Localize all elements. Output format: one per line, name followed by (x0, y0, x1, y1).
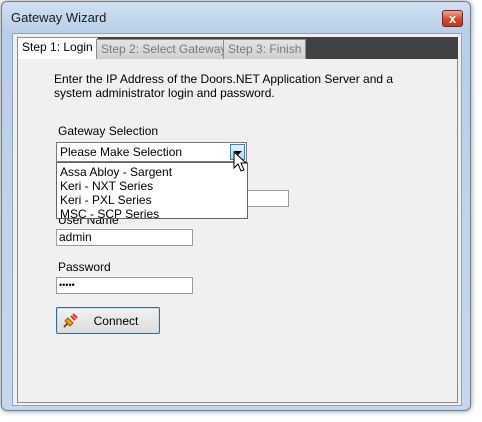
connect-button-label: Connect (93, 314, 139, 328)
gateway-selected-value: Please Make Selection (60, 145, 183, 159)
intro-text: Enter the IP Address of the Doors.NET Ap… (54, 72, 394, 100)
username-input[interactable]: admin (56, 229, 193, 246)
tab-strip: Step 1: Login Step 2: Select Gateway Ste… (17, 37, 458, 60)
password-input[interactable]: ••••• (56, 277, 193, 294)
gateway-option-keri-nxt[interactable]: Keri - NXT Series (60, 179, 153, 193)
connect-button[interactable]: Connect (56, 307, 160, 334)
mouse-cursor-icon (233, 151, 248, 172)
gateway-wizard-window: Gateway Wizard x Step 1: Login Step 2: S… (1, 1, 471, 411)
gateway-selection-label: Gateway Selection (58, 124, 159, 138)
title-bar[interactable]: Gateway Wizard x (2, 2, 470, 32)
gateway-option-msc-scp[interactable]: MSC - SCP Series (60, 207, 159, 221)
tab-step-1-login[interactable]: Step 1: Login (17, 37, 98, 60)
gateway-options-list: Assa Abloy - Sargent Keri - NXT Series K… (56, 162, 248, 221)
close-icon: x (448, 11, 457, 26)
window-title: Gateway Wizard (11, 10, 107, 25)
gateway-option-keri-pxl[interactable]: Keri - PXL Series (60, 193, 152, 207)
password-label: Password (58, 260, 111, 274)
tab-step-2-select-gateway[interactable]: Step 2: Select Gateway (96, 39, 232, 59)
tab-step-3-finish[interactable]: Step 3: Finish (223, 39, 307, 59)
gateway-option-assa-abloy-sargent[interactable]: Assa Abloy - Sargent (60, 165, 172, 179)
close-button[interactable]: x (442, 10, 463, 27)
gateway-selection-dropdown[interactable]: Please Make Selection (56, 142, 247, 162)
